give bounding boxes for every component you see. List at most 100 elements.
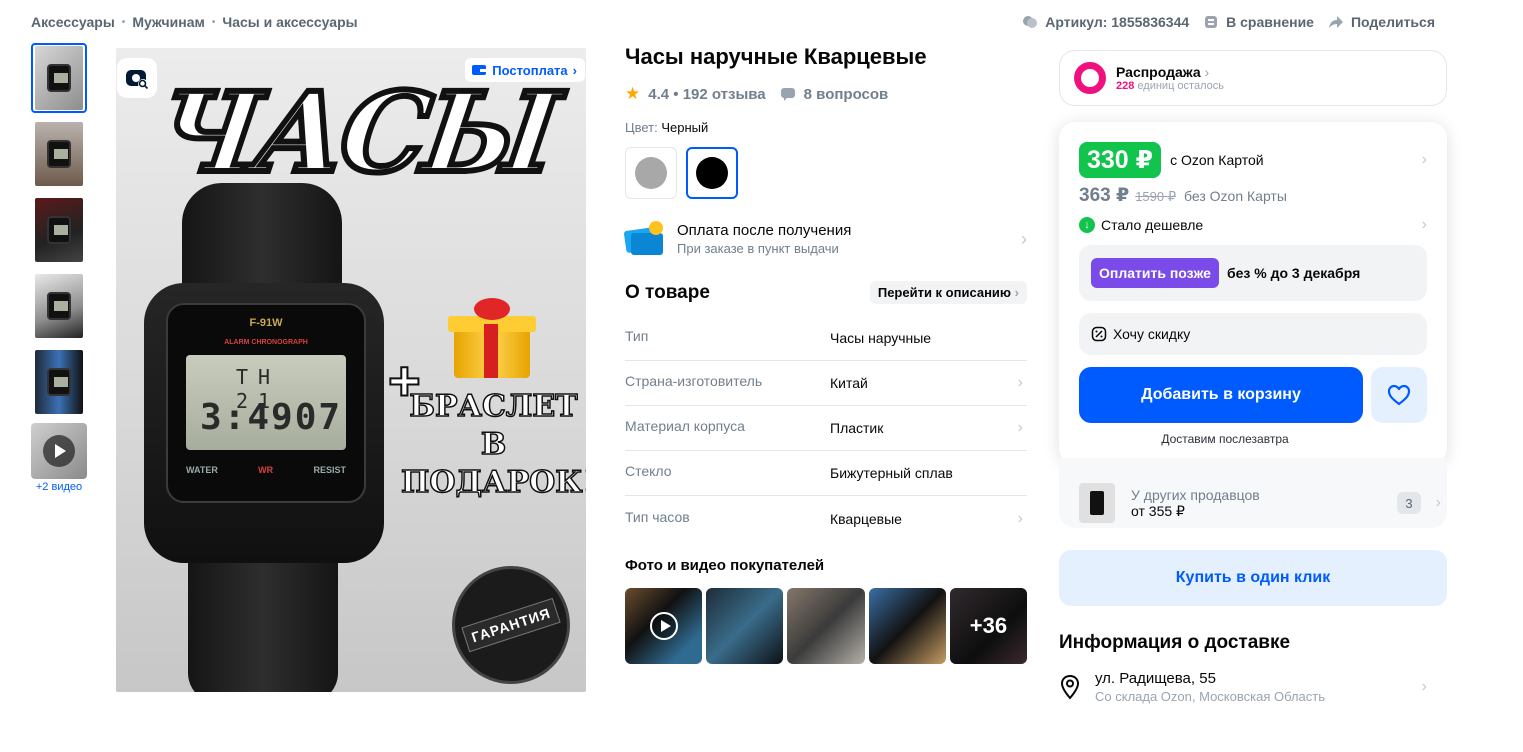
about-header: О товаре Перейти к описанию ›	[625, 281, 1027, 304]
customer-video[interactable]	[625, 588, 703, 664]
watch-model-text: F-91W	[249, 317, 283, 329]
chevron-right-icon: ›	[1017, 419, 1023, 436]
pay-later-row[interactable]: Оплатить позже без % до 3 декабря	[1079, 245, 1427, 301]
compare-link[interactable]: В сравнение	[1203, 14, 1314, 30]
thumbnail[interactable]	[31, 43, 87, 113]
payment-subtitle: При заказе в пункт выдачи	[677, 241, 839, 256]
spec-row[interactable]: Страна-изготовитель Китай ›	[625, 361, 1027, 406]
pay-later-button[interactable]: Оплатить позже	[1091, 258, 1219, 288]
main-product-image[interactable]: ЧАСЫ F-91W ALARM CHRONOGRAPH TH 21 3:490…	[116, 48, 586, 692]
chevron-right-icon: ›	[1014, 285, 1019, 300]
watch-chrono-text: ALARM CHRONOGRAPH	[224, 339, 308, 346]
watch-illustration: F-91W ALARM CHRONOGRAPH TH 21 3:4907 WAT…	[144, 183, 384, 692]
star-icon: ★	[625, 84, 641, 103]
questions-label: 8 вопросов	[803, 85, 889, 103]
rating-reviews-link[interactable]: 4.4 • 192 отзыва	[648, 86, 765, 103]
customer-media-title: Фото и видео покупателей	[625, 557, 825, 574]
thumbnail-image	[35, 198, 83, 262]
customer-photo[interactable]	[868, 588, 946, 664]
share-link[interactable]: Поделиться	[1328, 14, 1435, 30]
chevron-right-icon: ›	[1435, 494, 1441, 511]
thumbnail-image	[35, 122, 83, 186]
price-drop-label: Стало дешевле	[1101, 217, 1204, 233]
delivery-address-row[interactable]: ул. Радищева, 55 Со склада Ozon, Московс…	[1059, 670, 1447, 704]
about-title: О товаре	[625, 281, 710, 303]
payment-after-receipt[interactable]: Оплата после получения При заказе в пунк…	[623, 221, 1027, 257]
customer-photo[interactable]	[706, 588, 784, 664]
other-sellers-row[interactable]: У других продавцов от 355 ₽ 3 ›	[1059, 458, 1447, 528]
delivery-info-title: Информация о доставке	[1059, 632, 1291, 653]
spec-list: Тип Часы наручные Страна-изготовитель Ки…	[625, 316, 1027, 541]
go-to-description-button[interactable]: Перейти к описанию ›	[869, 281, 1027, 304]
postpay-badge[interactable]: Постоплата ›	[465, 58, 585, 82]
breadcrumb: Аксессуары • Мужчинам • Часы и аксессуар…	[31, 14, 358, 30]
thumbnail[interactable]	[31, 271, 87, 341]
chevron-right-icon: ›	[1421, 216, 1427, 233]
thumbnail[interactable]	[31, 347, 87, 417]
spec-value: Часы наручные	[830, 330, 932, 346]
delivery-address-sub: Со склада Ozon, Московская Область	[1095, 689, 1326, 704]
cart-actions: Добавить в корзину	[1079, 367, 1427, 423]
other-seller-thumbnail	[1079, 483, 1115, 523]
spec-value: Пластик	[830, 420, 884, 436]
wr-text: RESIST	[313, 465, 346, 475]
wr-text: WATER	[186, 465, 218, 475]
swatch-gray[interactable]	[625, 147, 677, 199]
breadcrumb-separator: •	[211, 16, 216, 28]
questions-link[interactable]: 8 вопросов	[780, 85, 889, 103]
spec-row[interactable]: Материал корпуса Пластик ›	[625, 406, 1027, 451]
color-swatches	[625, 147, 1027, 199]
add-to-cart-button[interactable]: Добавить в корзину	[1079, 367, 1363, 423]
discount-icon	[1091, 326, 1107, 342]
spec-row: Тип Часы наручные	[625, 316, 1027, 361]
thumbnail[interactable]	[31, 119, 87, 189]
thumbnail-image	[35, 274, 83, 338]
customer-photo[interactable]	[787, 588, 865, 664]
favorite-button[interactable]	[1371, 367, 1427, 423]
thumbnail[interactable]	[31, 195, 87, 265]
buy-one-click-button[interactable]: Купить в один клик	[1059, 550, 1447, 606]
sale-banner[interactable]: Распродажа › 228 единиц осталось	[1059, 50, 1447, 106]
spec-value: Бижутерный сплав	[830, 465, 953, 481]
video-thumbnail[interactable]	[31, 423, 87, 479]
old-price: 1590 ₽	[1135, 189, 1177, 204]
article-number[interactable]: Артикул: 1855836344	[1022, 14, 1189, 30]
more-count: +36	[949, 588, 1028, 664]
top-bar: Аксессуары • Мужчинам • Часы и аксессуар…	[31, 12, 1435, 32]
customer-photo-more[interactable]: +36	[949, 588, 1028, 664]
thumbnail-image	[35, 350, 83, 414]
cards-icon	[623, 221, 667, 257]
spec-key: Тип часов	[625, 508, 690, 525]
top-links: Артикул: 1855836344 В сравнение Поделить…	[1022, 14, 1435, 30]
compare-icon	[1205, 16, 1218, 28]
image-search-button[interactable]	[117, 58, 157, 98]
rating-row: ★ 4.4 • 192 отзыва 8 вопросов	[625, 84, 1027, 104]
play-icon	[650, 612, 678, 640]
sale-count: 228	[1116, 80, 1135, 92]
pay-later-text: без % до 3 декабря	[1226, 265, 1361, 281]
spec-row[interactable]: Тип часов Кварцевые ›	[625, 496, 1027, 541]
breadcrumb-accessories[interactable]: Аксессуары	[31, 14, 115, 30]
chevron-right-icon: ›	[1421, 151, 1427, 168]
breadcrumb-watches[interactable]: Часы и аксессуары	[222, 14, 357, 30]
article-label: Артикул: 1855836344	[1045, 14, 1190, 30]
postpay-label: Постоплата	[492, 62, 568, 78]
delivery-note: Доставим послезавтра	[1161, 432, 1289, 446]
card-price-row[interactable]: 330 ₽ с Ozon Картой ›	[1079, 142, 1427, 178]
price-drop-row[interactable]: ↓ Стало дешевле ›	[1079, 216, 1427, 233]
watch-lcd: TH 21 3:4907	[186, 355, 346, 450]
video-count-link[interactable]: +2 видео	[31, 481, 87, 493]
chevron-right-icon: ›	[1421, 678, 1427, 695]
product-title: Часы наручные Кварцевые	[625, 44, 927, 69]
gift-text: БРАСЛЕТ В ПОДАРОК!	[400, 388, 586, 501]
spec-key: Стекло	[625, 463, 672, 479]
share-icon	[1328, 16, 1343, 28]
breadcrumb-men[interactable]: Мужчинам	[132, 14, 205, 30]
compare-label: В сравнение	[1226, 14, 1314, 30]
swatch-black[interactable]	[686, 147, 738, 199]
price-with-card: 330 ₽	[1079, 142, 1162, 178]
want-discount-row[interactable]: Хочу скидку	[1079, 313, 1427, 355]
price-with-card-label: с Ozon Картой	[1170, 152, 1264, 168]
copy-icon	[1023, 16, 1038, 28]
go-to-description-label: Перейти к описанию	[877, 285, 1012, 300]
